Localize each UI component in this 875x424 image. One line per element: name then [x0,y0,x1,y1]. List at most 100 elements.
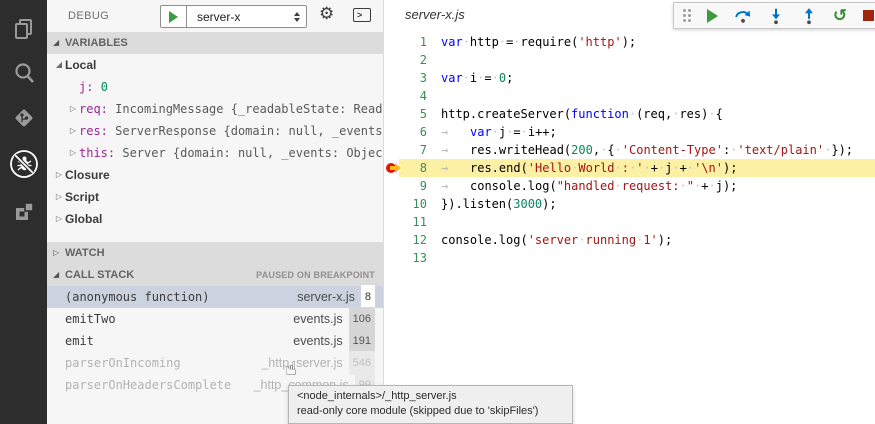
variable-row[interactable]: ▷res: ServerResponse {domain: null, _eve… [47,120,383,142]
line-number[interactable]: 11 [401,213,427,231]
launch-config-control: server-x [160,5,307,28]
toolbar-drag-handle-icon[interactable] [683,9,691,22]
start-debug-button[interactable] [161,6,187,27]
frame-line-badge: 8 [361,285,375,309]
vscode-debug-window: DEBUG server-x ⚙ > ◢ VARIABLES ◢Localj: … [0,0,875,424]
twistie-icon: ▷ [67,142,79,164]
call-stack-frame[interactable]: emitevents.js191 [47,330,383,352]
line-number[interactable]: 9 [401,177,427,195]
debug-toolbar: ↺ [673,2,875,29]
variables-scope-row[interactable]: ◢Local [47,54,383,76]
watch-section-header[interactable]: ▷ WATCH [47,242,383,264]
variable-row[interactable]: j: 0 [47,76,383,98]
code-line[interactable]: 13 [385,249,875,267]
frame-file-name: _http_server.js [261,352,342,374]
call-stack-frame[interactable]: emitTwoevents.js106 [47,308,383,330]
glyph-margin[interactable] [385,213,401,231]
debug-console-icon[interactable]: > [353,8,371,22]
step-out-button[interactable] [800,7,818,25]
line-number[interactable]: 6 [401,123,427,141]
code-area[interactable]: 1var·http·=·require('http');23var·i·=·0;… [385,33,875,267]
call-stack-frame[interactable]: parserOnIncoming_http_server.js546 [47,352,383,374]
stop-button[interactable] [862,7,875,25]
glyph-margin[interactable] [385,249,401,267]
variable-row[interactable]: ▷req: IncomingMessage {_readableState: R… [47,98,383,120]
call-stack-list: (anonymous function)server-x.js8emitTwoe… [47,286,383,396]
variable-value: 0 [101,80,108,94]
line-number[interactable]: 3 [401,69,427,87]
code-text: http.createServer(function·(req,·res)·{ [441,105,723,123]
variable-name: res: [79,124,115,138]
variable-name: j: [79,80,101,94]
code-line[interactable]: 11 [385,213,875,231]
call-stack-section-header[interactable]: ◢ CALL STACK PAUSED ON BREAKPOINT [47,264,383,286]
stop-icon [863,10,874,21]
code-line[interactable]: 6→var·j·=·i++; [385,123,875,141]
line-number[interactable]: 10 [401,195,427,213]
code-text: →res.end('Hello·World·:·'·+·j·+·'\n'); [441,159,737,177]
breakpoint-current-icon[interactable] [385,159,401,177]
variables-scope-row[interactable]: ▷Closure [47,164,383,186]
twistie-icon: ▷ [53,164,65,186]
code-line[interactable]: 10 }).listen(3000); [385,195,875,213]
glyph-margin[interactable] [385,123,401,141]
variable-value: ServerResponse {domain: null, _events: O… [115,124,383,138]
line-number[interactable]: 8 [401,159,427,177]
scope-label: Global [65,208,102,230]
step-into-icon [767,7,785,25]
line-number[interactable]: 1 [401,33,427,51]
glyph-margin[interactable] [385,51,401,69]
restart-button[interactable]: ↺ [833,7,847,25]
code-text: }).listen(3000); [441,195,557,213]
code-text: →res.writeHead(200,·{·'Content-Type':·'t… [441,141,853,159]
variable-row[interactable]: ▷this: Server {domain: null, _events: Ob… [47,142,383,164]
restart-icon: ↺ [833,8,847,24]
twistie-icon: ◢ [53,54,65,76]
line-number[interactable]: 2 [401,51,427,69]
frame-line-badge: 191 [349,329,375,353]
code-line[interactable]: 5 http.createServer(function·(req,·res)·{ [385,105,875,123]
code-line[interactable]: 2 [385,51,875,69]
line-number[interactable]: 7 [401,141,427,159]
glyph-margin[interactable] [385,105,401,123]
line-number[interactable]: 13 [401,249,427,267]
frame-function-name: parserOnIncoming [65,352,181,374]
step-over-button[interactable] [734,7,752,25]
code-line[interactable]: 1var·http·=·require('http'); [385,33,875,51]
step-into-button[interactable] [767,7,785,25]
code-line[interactable]: 3var·i·=·0; [385,69,875,87]
code-line[interactable]: 4 [385,87,875,105]
variables-scope-row[interactable]: ▷Script [47,186,383,208]
launch-config-select[interactable]: server-x [187,10,290,24]
glyph-margin[interactable] [385,141,401,159]
glyph-margin[interactable] [385,33,401,51]
code-text: console.log('server·running·1'); [441,231,672,249]
search-icon[interactable] [0,60,47,88]
hand-cursor-icon: ☝ [285,358,297,380]
line-number[interactable]: 12 [401,231,427,249]
files-icon[interactable] [0,16,47,44]
extensions-icon[interactable] [0,198,47,226]
launch-config-spinner-icon[interactable] [290,12,306,22]
source-control-icon[interactable] [0,105,47,133]
variables-scope-row[interactable]: ▷Global [47,208,383,230]
glyph-margin[interactable] [385,177,401,195]
variable-value: IncomingMessage {_readableState: Readabl… [115,102,383,116]
code-line[interactable]: 12 console.log('server·running·1'); [385,231,875,249]
call-stack-frame[interactable]: (anonymous function)server-x.js8 [47,286,383,308]
configure-gear-icon[interactable]: ⚙ [319,4,334,24]
code-line[interactable]: 9→console.log("handled·request:·"·+·j); [385,177,875,195]
debug-icon[interactable] [0,148,47,180]
code-line[interactable]: 7 →res.writeHead(200,·{·'Content-Type':·'… [385,141,875,159]
line-number[interactable]: 4 [401,87,427,105]
glyph-margin[interactable] [385,69,401,87]
line-number[interactable]: 5 [401,105,427,123]
variables-tree: ◢Localj: 0▷req: IncomingMessage {_readab… [47,54,383,230]
variables-section-header[interactable]: ◢ VARIABLES [47,32,383,54]
continue-button[interactable] [706,7,719,25]
glyph-margin[interactable] [385,231,401,249]
glyph-margin[interactable] [385,195,401,213]
code-line[interactable]: 8 →res.end('Hello·World·:·'·+·j·+·'\n'); [385,159,875,177]
scope-label: Closure [65,164,110,186]
glyph-margin[interactable] [385,87,401,105]
